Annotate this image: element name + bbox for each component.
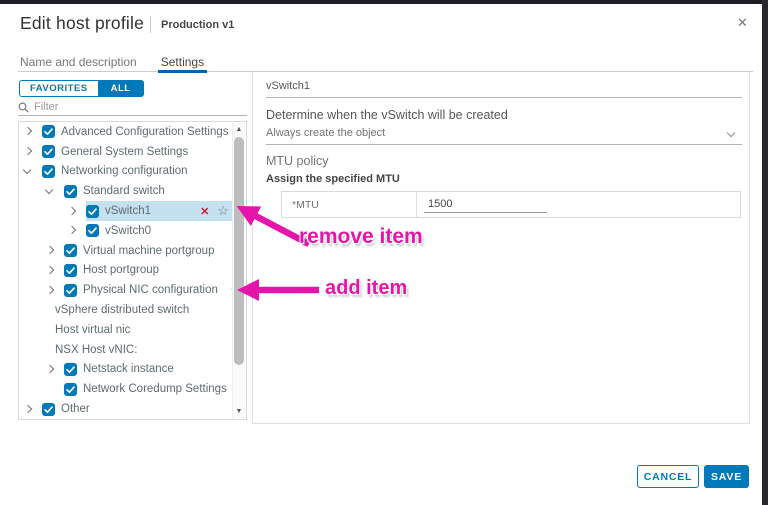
tree-item[interactable]: Advanced Configuration Settings xyxy=(19,122,232,142)
tree-item[interactable]: vSwitch0 xyxy=(19,221,232,241)
settings-tree: Advanced Configuration Settings General S… xyxy=(18,121,258,420)
tree-item[interactable]: Host portgroup xyxy=(19,261,232,281)
search-icon xyxy=(18,102,29,113)
tree-item[interactable]: vSphere distributed switch xyxy=(19,300,232,320)
tab-bar: Name and description Settings xyxy=(18,55,753,73)
mtu-policy-heading: MTU policy xyxy=(266,154,329,168)
add-item-annotation: add item xyxy=(325,277,408,299)
tree-scrollbar[interactable]: ▲ ▼ xyxy=(232,123,245,418)
scroll-up-icon[interactable]: ▲ xyxy=(233,126,245,133)
profile-name: Production v1 xyxy=(161,19,235,31)
tree-item-label: NSX Host vNIC: xyxy=(55,343,138,356)
tree-checkbox[interactable] xyxy=(64,244,77,258)
tree-item-label: Netstack instance xyxy=(83,363,174,376)
create-policy-value: Always create the object xyxy=(266,127,386,139)
all-button[interactable]: ALL xyxy=(98,80,144,97)
tree-checkbox[interactable] xyxy=(42,402,55,416)
active-tab-underline xyxy=(157,70,208,73)
tree-item[interactable]: Physical NIC configuration+☆ xyxy=(19,280,258,300)
tree-item[interactable]: vSwitch1 ✕ ☆ xyxy=(19,201,232,221)
remove-item-icon[interactable]: ✕ xyxy=(198,205,211,218)
tree-item[interactable]: NSX Host vNIC: xyxy=(19,340,232,360)
mtu-field-row: *MTU 1500 xyxy=(281,191,741,218)
tab-name-and-description[interactable]: Name and description xyxy=(20,55,137,71)
chevron-right-icon[interactable] xyxy=(44,265,55,276)
scrollbar-thumb[interactable] xyxy=(234,137,244,365)
tree-checkbox[interactable] xyxy=(64,184,77,198)
tree-item[interactable]: Other xyxy=(19,399,232,419)
tree-item[interactable]: Network Coredump Settings xyxy=(19,379,232,399)
create-policy-label: Determine when the vSwitch will be creat… xyxy=(266,108,508,122)
tree-checkbox[interactable] xyxy=(64,263,77,277)
browser-scrollbar[interactable] xyxy=(762,0,768,505)
chevron-right-icon[interactable] xyxy=(22,404,33,415)
chevron-right-icon[interactable] xyxy=(22,126,33,137)
tab-settings-label: Settings xyxy=(160,55,205,69)
tree-checkbox[interactable] xyxy=(64,382,77,396)
chevron-down-icon[interactable] xyxy=(44,186,55,197)
chevron-down-icon xyxy=(727,130,736,139)
mtu-field-cell: 1500 xyxy=(417,192,740,217)
mtu-field-label: *MTU xyxy=(282,192,417,217)
chevron-right-icon[interactable] xyxy=(22,146,33,157)
tree-checkbox[interactable] xyxy=(64,283,77,297)
tree-item[interactable]: Networking configuration xyxy=(19,162,232,182)
tree-item[interactable]: Netstack instance xyxy=(19,360,232,380)
favorite-star-icon[interactable]: ☆ xyxy=(217,204,229,217)
tree-item[interactable]: Standard switch xyxy=(19,181,232,201)
chevron-right-icon[interactable] xyxy=(44,285,55,296)
title-divider xyxy=(150,16,151,33)
tree-item-label: Network Coredump Settings xyxy=(83,383,227,396)
vswitch-name-input[interactable]: vSwitch1 xyxy=(266,80,742,98)
mtu-input[interactable]: 1500 xyxy=(424,197,547,213)
mtu-assign-heading: Assign the specified MTU xyxy=(266,173,400,185)
tree-checkbox[interactable] xyxy=(86,224,99,238)
browser-top-edge xyxy=(0,0,768,4)
remove-item-annotation: remove item xyxy=(299,225,423,248)
tree-checkbox[interactable] xyxy=(64,362,77,376)
tree-item-label: Host virtual nic xyxy=(55,323,131,336)
tree-item-label: vSwitch1 xyxy=(105,205,152,218)
favorites-all-toggle: FAVORITES ALL xyxy=(19,80,144,97)
tree-item-label: vSwitch0 xyxy=(105,224,152,237)
tree-item-label: General System Settings xyxy=(61,145,189,158)
tree-item-label: Networking configuration xyxy=(61,165,188,178)
tree-item-label: Advanced Configuration Settings xyxy=(61,125,229,138)
chevron-right-icon[interactable] xyxy=(44,245,55,256)
chevron-right-icon[interactable] xyxy=(66,206,77,217)
filter-placeholder: Filter xyxy=(34,101,59,113)
save-button[interactable]: SAVE xyxy=(704,465,749,488)
tree-checkbox[interactable] xyxy=(42,164,55,178)
tree-item[interactable]: Host virtual nic xyxy=(19,320,232,340)
filter-input[interactable]: Filter xyxy=(18,99,247,116)
favorites-button[interactable]: FAVORITES xyxy=(19,80,99,97)
chevron-right-icon[interactable] xyxy=(66,225,77,236)
cancel-button[interactable]: CANCEL xyxy=(637,465,699,488)
close-icon[interactable]: ✕ xyxy=(737,15,748,31)
tree-checkbox[interactable] xyxy=(42,125,55,139)
chevron-right-icon[interactable] xyxy=(44,364,55,375)
create-policy-select[interactable]: Always create the object xyxy=(266,127,742,145)
tree-item-label: Host portgroup xyxy=(83,264,160,277)
tree-item[interactable]: Virtual machine portgroup xyxy=(19,241,232,261)
tree-item[interactable]: General System Settings xyxy=(19,142,232,162)
tree-item-label: vSphere distributed switch xyxy=(55,304,190,317)
tree-item-label: Standard switch xyxy=(83,185,165,198)
scroll-down-icon[interactable]: ▼ xyxy=(233,408,245,415)
tree-checkbox[interactable] xyxy=(86,204,99,218)
tree-item-label: Physical NIC configuration xyxy=(83,284,218,297)
tree-item-label: Virtual machine portgroup xyxy=(83,244,215,257)
tab-settings[interactable]: Settings xyxy=(157,55,208,73)
chevron-down-icon[interactable] xyxy=(22,166,33,177)
tree-checkbox[interactable] xyxy=(42,145,55,159)
tree-item-label: Other xyxy=(61,403,90,416)
tree-rows: Advanced Configuration Settings General S… xyxy=(19,122,258,419)
page-title: Edit host profile xyxy=(20,13,145,33)
